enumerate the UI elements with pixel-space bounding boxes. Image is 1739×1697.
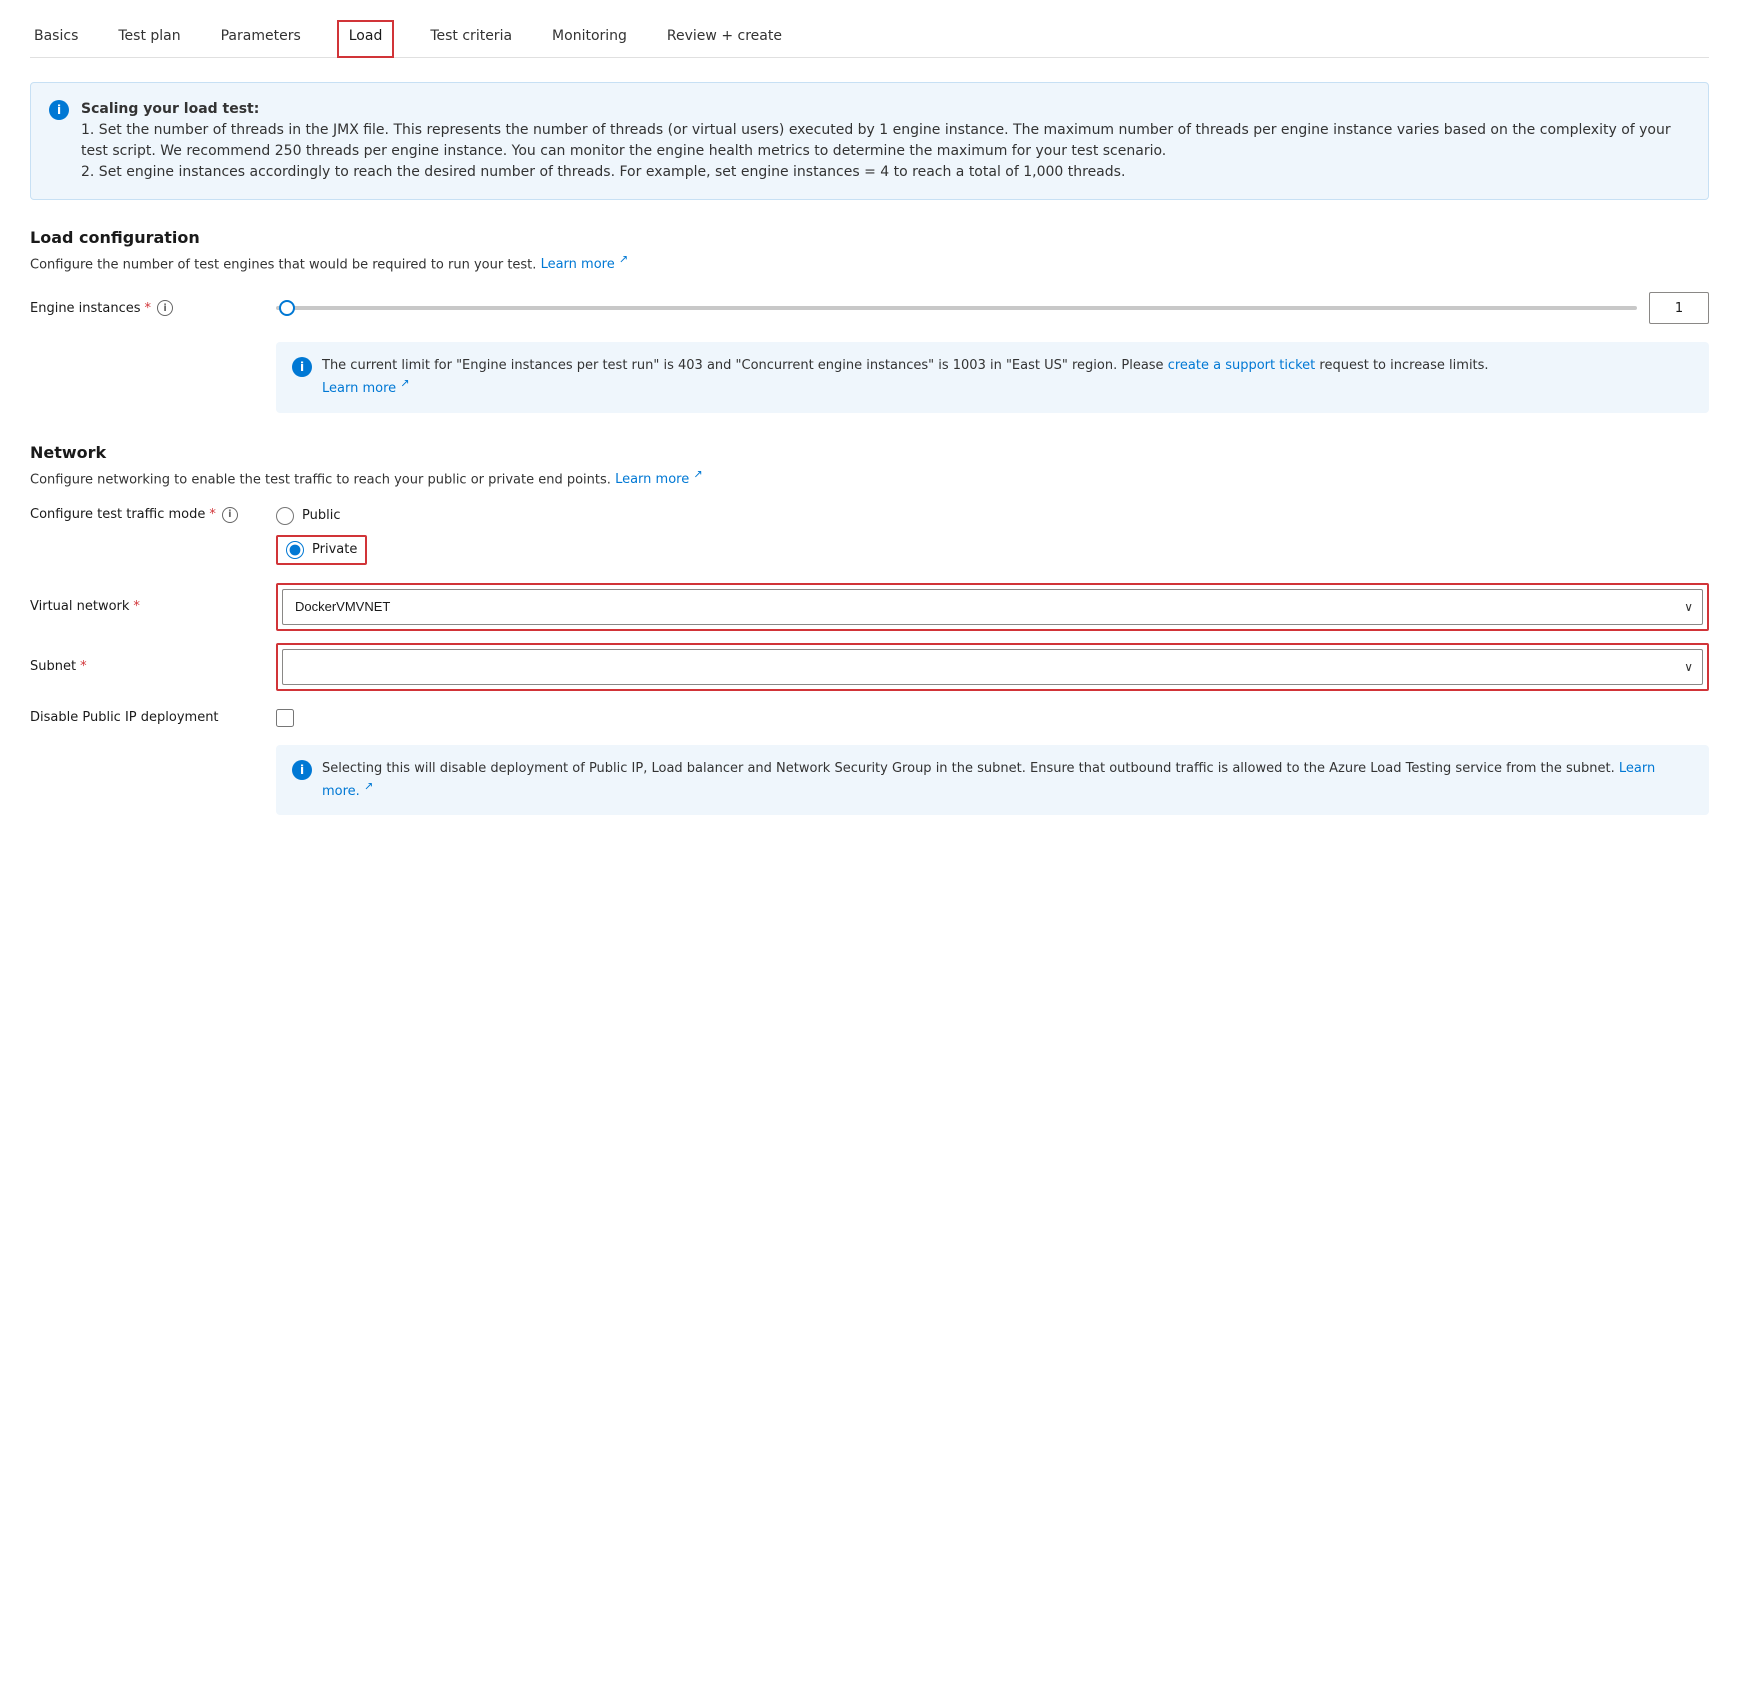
tab-test-plan[interactable]: Test plan [114, 20, 184, 58]
subnet-required-star: * [80, 659, 87, 674]
traffic-mode-radio-group: Public Private [276, 507, 367, 565]
virtual-network-row: Virtual network * DockerVMVNET ∨ [30, 583, 1709, 631]
virtual-network-select-container: DockerVMVNET ∨ [282, 589, 1703, 625]
virtual-network-dropdown-wrapper: DockerVMVNET ∨ [276, 583, 1709, 631]
disable-ip-info-box: i Selecting this will disable deployment… [276, 745, 1709, 815]
subnet-select-container: ∨ [282, 649, 1703, 685]
engine-limit-info-box: i The current limit for "Engine instance… [276, 342, 1709, 412]
subnet-row: Subnet * ∨ [30, 643, 1709, 691]
disable-ip-info-text: Selecting this will disable deployment o… [322, 759, 1693, 801]
network-learn-more-link[interactable]: Learn more ↗ [615, 472, 703, 487]
disable-ip-info-icon: i [292, 760, 312, 780]
limit-external-link-icon: ↗ [400, 377, 409, 390]
subnet-select[interactable] [282, 649, 1703, 685]
load-config-learn-more-link[interactable]: Learn more ↗ [541, 257, 629, 272]
radio-public-label: Public [302, 508, 340, 523]
subnet-label: Subnet * [30, 659, 260, 674]
radio-private-option[interactable]: Private [276, 535, 367, 565]
network-section: Network Configure networking to enable t… [30, 443, 1709, 816]
radio-private-label: Private [312, 542, 357, 557]
engine-instances-row: Engine instances * i 1 [30, 292, 1709, 324]
radio-public-option[interactable]: Public [276, 507, 367, 525]
load-config-desc: Configure the number of test engines tha… [30, 253, 1709, 272]
tab-test-criteria[interactable]: Test criteria [426, 20, 516, 58]
navigation-tabs: Basics Test plan Parameters Load Test cr… [30, 20, 1709, 58]
engine-instances-value: 1 [1649, 292, 1709, 324]
subnet-dropdown-wrapper: ∨ [276, 643, 1709, 691]
virtual-network-required-star: * [133, 599, 140, 614]
engine-instances-tooltip-icon[interactable]: i [157, 300, 173, 316]
tab-load[interactable]: Load [337, 20, 395, 58]
scaling-info-text: Scaling your load test: 1. Set the numbe… [81, 99, 1690, 183]
network-external-link-icon: ↗ [693, 468, 702, 481]
radio-public-input[interactable] [276, 507, 294, 525]
tab-review-create[interactable]: Review + create [663, 20, 786, 58]
external-link-icon: ↗ [619, 253, 628, 266]
scaling-info-box: i Scaling your load test: 1. Set the num… [30, 82, 1709, 200]
disable-public-ip-label: Disable Public IP deployment [30, 710, 260, 725]
traffic-mode-tooltip-icon[interactable]: i [222, 507, 238, 523]
limit-info-text: The current limit for "Engine instances … [322, 356, 1489, 398]
required-star: * [145, 301, 152, 316]
engine-instances-label: Engine instances * i [30, 300, 260, 316]
load-configuration-section: Load configuration Configure the number … [30, 228, 1709, 413]
tab-basics[interactable]: Basics [30, 20, 82, 58]
network-section-title: Network [30, 443, 1709, 462]
engine-instances-slider[interactable] [276, 306, 1637, 310]
virtual-network-select[interactable]: DockerVMVNET [282, 589, 1703, 625]
disable-ip-external-link-icon: ↗ [364, 779, 373, 792]
info-icon: i [49, 100, 69, 120]
limit-info-learn-more-link[interactable]: Learn more ↗ [322, 381, 410, 396]
radio-private-input[interactable] [286, 541, 304, 559]
disable-public-ip-row: Disable Public IP deployment [30, 709, 1709, 727]
create-support-ticket-link[interactable]: create a support ticket [1168, 358, 1316, 373]
network-section-desc: Configure networking to enable the test … [30, 468, 1709, 487]
network-settings-row: Virtual network * DockerVMVNET ∨ Subnet [30, 583, 1709, 691]
tab-parameters[interactable]: Parameters [217, 20, 305, 58]
load-config-title: Load configuration [30, 228, 1709, 247]
tab-monitoring[interactable]: Monitoring [548, 20, 631, 58]
traffic-mode-required-star: * [209, 507, 216, 522]
virtual-network-label: Virtual network * [30, 599, 260, 614]
traffic-mode-label: Configure test traffic mode * i [30, 507, 260, 523]
limit-info-icon: i [292, 357, 312, 377]
engine-instances-slider-container: 1 [276, 292, 1709, 324]
disable-public-ip-checkbox[interactable] [276, 709, 294, 727]
traffic-mode-row: Configure test traffic mode * i Public P… [30, 507, 1709, 565]
network-fields-container: Virtual network * DockerVMVNET ∨ Subnet [30, 583, 1709, 691]
